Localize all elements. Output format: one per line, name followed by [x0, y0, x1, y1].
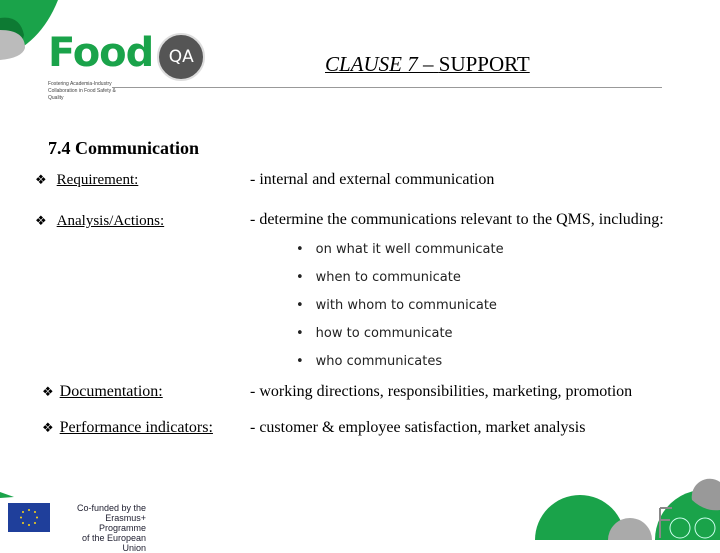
header-rule	[322, 87, 662, 88]
page-title: CLAUSE 7 – SUPPORT	[325, 52, 530, 76]
bullet-item: • when to communicate	[296, 270, 461, 285]
bullet-item: • on what it well communicate	[296, 242, 504, 257]
row-performance: ❖ Performance indicators:	[42, 419, 213, 436]
eu-flag-icon	[8, 503, 50, 532]
logo-text: Food	[48, 30, 154, 76]
row-requirement-value: - internal and external communication	[250, 171, 495, 188]
row-documentation-value: - working directions, responsibilities, …	[250, 383, 633, 400]
header-rule-left	[112, 87, 322, 88]
bullet-item: • who communicates	[296, 354, 443, 369]
logo-tagline: Fostering Academia-Industry Collaboratio…	[48, 81, 116, 101]
row-analysis: ❖ Analysis/Actions:	[35, 213, 165, 229]
eu-cofunded-text: Co-funded by the Erasmus+ Programme of the…	[76, 503, 146, 553]
row-requirement: ❖ Requirement:	[35, 172, 139, 188]
row-performance-value: - customer & employee satisfaction, mark…	[250, 419, 586, 436]
green-accent	[0, 492, 14, 498]
bullet-item: • with whom to communicate	[296, 298, 497, 313]
row-documentation: ❖ Documentation:	[42, 383, 163, 400]
section-heading: 7.4 Communication	[48, 138, 200, 158]
foodqa-logo: Food QA Fostering Academia-Industry Coll…	[48, 30, 206, 102]
logo-badge: QA	[157, 33, 206, 81]
footer-decoration	[535, 478, 720, 540]
row-analysis-value: - determine the communications relevant …	[250, 211, 664, 228]
bullet-item: • how to communicate	[296, 326, 453, 341]
